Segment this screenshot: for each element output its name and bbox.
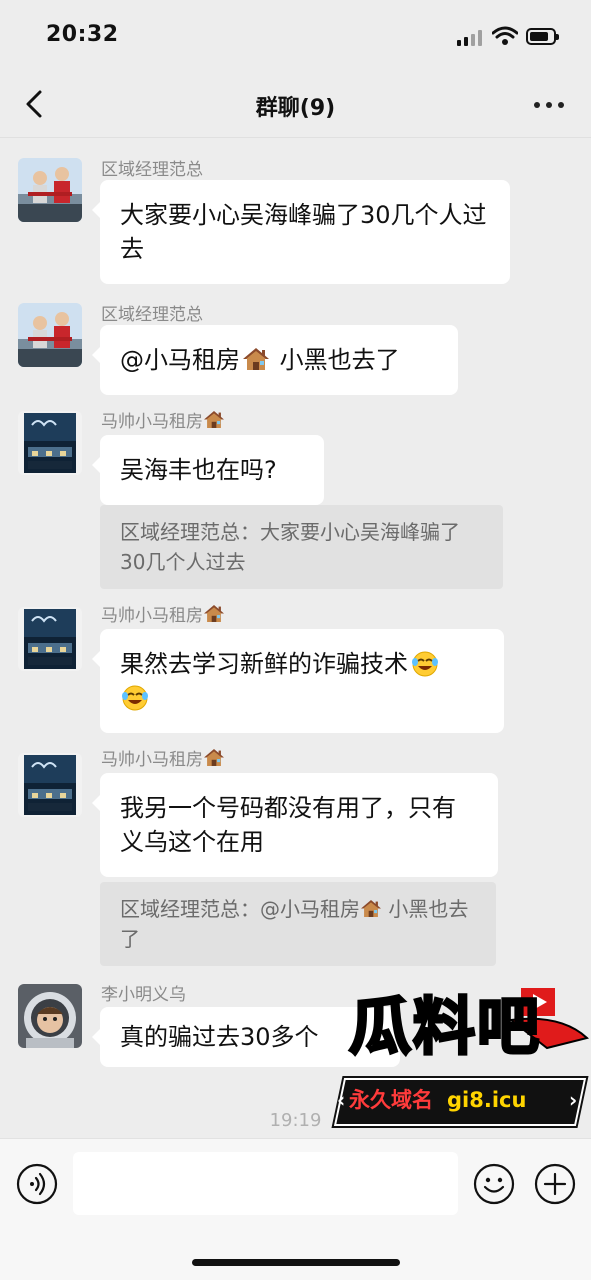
avatar[interactable] bbox=[18, 984, 82, 1048]
watermark-domain: gi8.icu bbox=[447, 1088, 527, 1112]
avatar[interactable] bbox=[18, 303, 82, 367]
chevron-left-icon: ‹ bbox=[337, 1088, 346, 1112]
message-text: 小黑也去了 bbox=[272, 346, 400, 374]
house-emoji-icon bbox=[204, 604, 224, 623]
plus-icon[interactable] bbox=[534, 1163, 576, 1205]
watermark-banner: 永久域名 gi8.icu bbox=[349, 1084, 579, 1120]
message-bubble[interactable]: 大家要小心吴海峰骗了30几个人过去 bbox=[92, 180, 510, 284]
sender-name: 李小明义乌 bbox=[101, 985, 186, 1005]
avatar[interactable] bbox=[18, 411, 82, 475]
quoted-message[interactable]: 区域经理范总：大家要小心吴海峰骗了30几个人过去 bbox=[100, 505, 503, 589]
status-bar: 20:32 bbox=[0, 0, 591, 72]
status-time: 20:32 bbox=[46, 22, 119, 47]
quoted-message[interactable]: 区域经理范总：@小马租房 小黑也去了 bbox=[100, 882, 496, 966]
sender-name: 马帅小马租房 bbox=[101, 601, 225, 626]
message-text: @小马租房 bbox=[120, 346, 240, 374]
laughing-crying-emoji-icon bbox=[120, 682, 150, 712]
emoji-icon[interactable] bbox=[473, 1163, 515, 1205]
chevron-right-icon: › bbox=[569, 1088, 578, 1112]
more-dots-icon[interactable] bbox=[531, 90, 567, 118]
house-emoji-icon bbox=[361, 899, 381, 918]
voice-icon[interactable] bbox=[16, 1163, 58, 1205]
watermark-tag: 永久域名 bbox=[349, 1088, 433, 1112]
house-emoji-icon bbox=[204, 410, 224, 429]
watermark: 瓜料吧 ‹ 永久域名 gi8.icu › bbox=[313, 970, 590, 1130]
message-bubble[interactable]: 吴海丰也在吗? bbox=[92, 435, 324, 505]
avatar[interactable] bbox=[18, 607, 82, 671]
wifi-icon bbox=[492, 26, 518, 45]
laughing-crying-emoji-icon bbox=[410, 648, 440, 678]
home-indicator[interactable] bbox=[192, 1259, 400, 1266]
message-text: 果然去学习新鲜的诈骗技术 bbox=[120, 650, 408, 678]
house-emoji-icon bbox=[204, 748, 224, 767]
avatar[interactable] bbox=[18, 158, 82, 222]
message-bubble[interactable]: @小马租房 小黑也去了 bbox=[92, 325, 458, 395]
watermark-logo-text: 瓜料吧 bbox=[347, 989, 542, 1065]
sender-name: 区域经理范总 bbox=[101, 305, 203, 325]
sender-name: 马帅小马租房 bbox=[101, 745, 225, 770]
sender-name: 区域经理范总 bbox=[101, 160, 203, 180]
message-input[interactable] bbox=[73, 1152, 458, 1215]
sender-name: 马帅小马租房 bbox=[101, 407, 225, 432]
message-bubble[interactable]: 果然去学习新鲜的诈骗技术 bbox=[92, 629, 504, 733]
message-bubble[interactable]: 我另一个号码都没有用了，只有义乌这个在用 bbox=[92, 773, 498, 877]
signal-icon bbox=[457, 30, 483, 46]
chat-title: 群聊(9) bbox=[255, 96, 336, 121]
avatar[interactable] bbox=[18, 753, 82, 817]
battery-icon bbox=[526, 28, 559, 45]
house-emoji-icon bbox=[243, 347, 269, 371]
chat-header: 群聊(9) bbox=[0, 72, 591, 138]
